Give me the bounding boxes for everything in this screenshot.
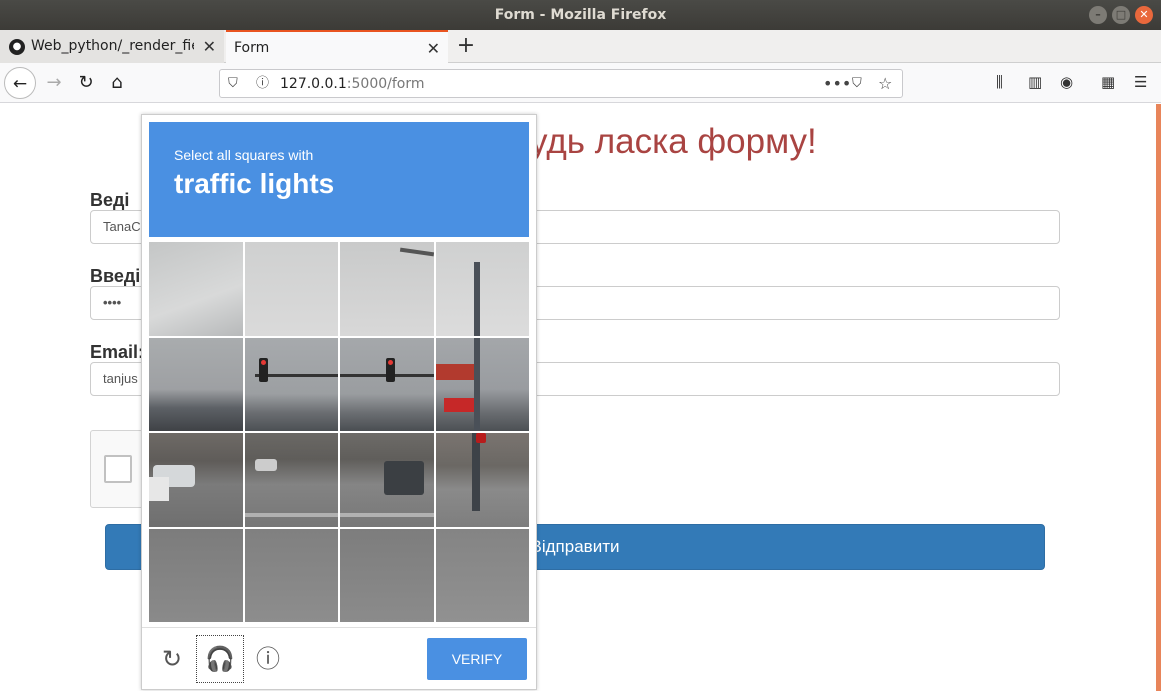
forward-button[interactable]: → bbox=[38, 67, 70, 99]
captcha-tile[interactable] bbox=[244, 433, 338, 527]
menu-icon[interactable]: ☰ bbox=[1134, 71, 1147, 93]
tab-bar: ● Web_python/_render_field ✕ Form ✕ bbox=[0, 30, 1161, 63]
verify-button[interactable]: VERIFY bbox=[427, 638, 527, 680]
minimize-button[interactable]: – bbox=[1089, 6, 1107, 24]
window-title: Form - Mozilla Firefox bbox=[494, 7, 667, 23]
bookmark-star-icon[interactable]: ☆ bbox=[878, 74, 892, 94]
scrollbar[interactable] bbox=[1156, 104, 1161, 691]
back-button[interactable]: ← bbox=[4, 67, 36, 99]
captcha-tile[interactable] bbox=[244, 528, 338, 622]
captcha-tile[interactable] bbox=[435, 337, 529, 431]
library-icon[interactable]: ⫼ bbox=[996, 71, 1003, 93]
close-tab-icon[interactable]: ✕ bbox=[427, 32, 440, 65]
captcha-tile[interactable] bbox=[340, 337, 434, 431]
account-icon[interactable]: ◉ bbox=[1060, 71, 1073, 93]
captcha-tile[interactable] bbox=[340, 242, 434, 336]
more-actions-icon[interactable]: ••• bbox=[823, 74, 851, 94]
captcha-tile[interactable] bbox=[435, 528, 529, 622]
captcha-tile[interactable] bbox=[435, 433, 529, 527]
sidebar-icon[interactable]: ▥ bbox=[1028, 71, 1042, 93]
captcha-tile[interactable] bbox=[435, 242, 529, 336]
navigation-toolbar: ← → ↻ ⌂ ⛉ ⓘ 127.0.0.1:5000/form ••• ⛉ ☆ … bbox=[0, 63, 1161, 103]
captcha-target: traffic lights bbox=[174, 168, 335, 199]
url-text[interactable]: 127.0.0.1:5000/form bbox=[280, 74, 425, 94]
shield-icon[interactable]: ⛉ bbox=[228, 74, 238, 94]
tab-form[interactable]: Form ✕ bbox=[226, 30, 448, 63]
captcha-tile[interactable] bbox=[149, 242, 243, 336]
tab-label: Web_python/_render_field bbox=[31, 38, 194, 54]
captcha-tile[interactable] bbox=[149, 337, 243, 431]
info-help-icon[interactable]: ⓘ bbox=[252, 643, 284, 675]
field-label-name: Веді bbox=[90, 190, 130, 210]
captcha-image-grid bbox=[149, 242, 529, 622]
captcha-tile[interactable] bbox=[340, 528, 434, 622]
close-window-button[interactable]: ✕ bbox=[1135, 6, 1153, 24]
info-icon[interactable]: ⓘ bbox=[256, 74, 269, 94]
headphones-icon[interactable]: 🎧 bbox=[196, 635, 244, 683]
field-label-password: Введі bbox=[90, 266, 141, 286]
reload-challenge-icon[interactable]: ↻ bbox=[156, 643, 188, 675]
home-button[interactable]: ⌂ bbox=[101, 67, 133, 99]
page-heading: удь ласка форму! bbox=[530, 122, 817, 161]
new-tab-button[interactable]: + bbox=[455, 30, 477, 63]
tab-label: Form bbox=[234, 40, 270, 56]
captcha-tile[interactable] bbox=[244, 337, 338, 431]
maximize-button[interactable]: □ bbox=[1112, 6, 1130, 24]
tab-web-python[interactable]: ● Web_python/_render_field ✕ bbox=[0, 30, 224, 63]
captcha-tile[interactable] bbox=[340, 433, 434, 527]
field-label-email: Email: bbox=[90, 342, 145, 362]
captcha-tile[interactable] bbox=[244, 242, 338, 336]
url-bar[interactable]: ⛉ ⓘ 127.0.0.1:5000/form ••• ⛉ ☆ bbox=[219, 69, 903, 98]
captcha-header: Select all squares with traffic lights bbox=[149, 122, 529, 237]
captcha-tile[interactable] bbox=[149, 528, 243, 622]
captcha-tile[interactable] bbox=[149, 433, 243, 527]
captcha-instruction: Select all squares with bbox=[174, 147, 314, 163]
extensions-icon[interactable]: ▦ bbox=[1101, 71, 1115, 93]
github-icon: ● bbox=[9, 39, 25, 55]
pocket-icon[interactable]: ⛉ bbox=[852, 74, 862, 94]
reload-button[interactable]: ↻ bbox=[70, 67, 102, 99]
captcha-challenge: Select all squares with traffic lights ↻… bbox=[141, 114, 537, 690]
window-titlebar: Form - Mozilla Firefox – □ ✕ bbox=[0, 0, 1161, 30]
recaptcha-checkbox[interactable] bbox=[104, 455, 132, 483]
captcha-footer: ↻ 🎧 ⓘ VERIFY bbox=[142, 627, 536, 689]
close-tab-icon[interactable]: ✕ bbox=[203, 30, 216, 63]
